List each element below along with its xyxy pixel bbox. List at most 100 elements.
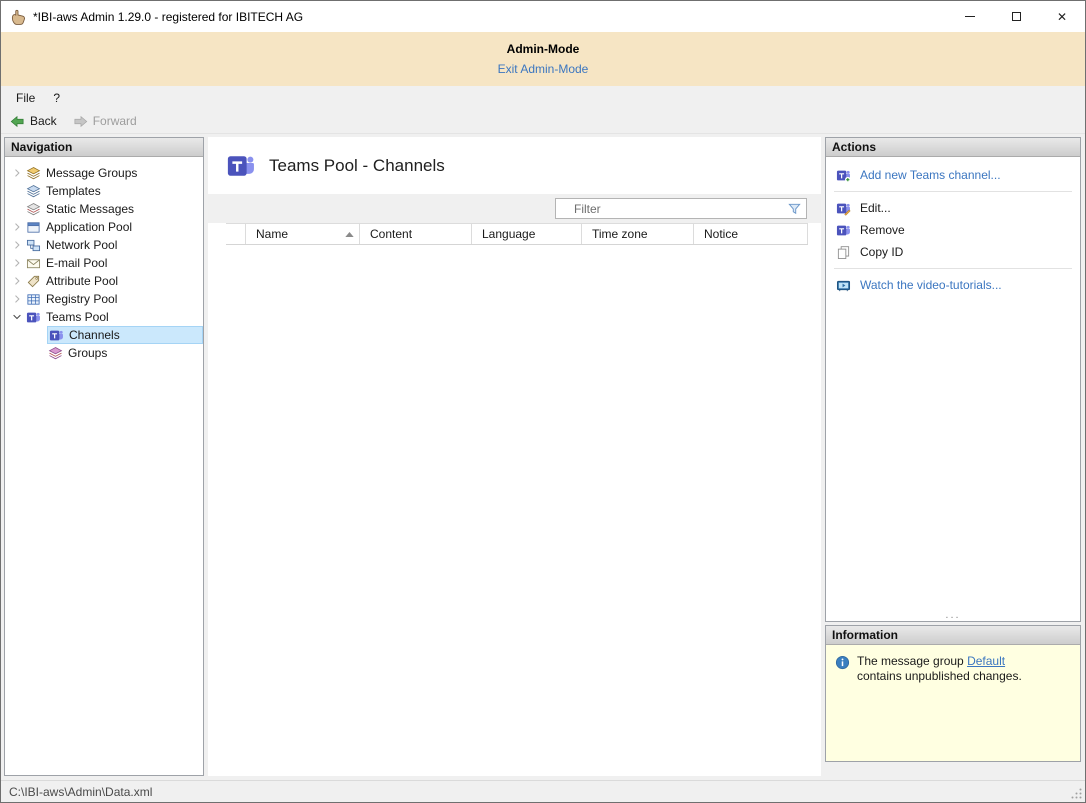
nav-item-templates[interactable]: Templates (5, 182, 203, 200)
close-button[interactable]: ✕ (1039, 1, 1085, 32)
teams-edit-icon (836, 201, 852, 216)
forward-arrow-icon (73, 114, 88, 129)
forward-label: Forward (93, 114, 137, 128)
chevron-right-icon[interactable] (9, 167, 25, 179)
nav-item-network-pool[interactable]: Network Pool (5, 236, 203, 254)
information-message: The message group Default contains unpub… (857, 654, 1053, 753)
column-gutter (226, 224, 246, 244)
back-arrow-icon (10, 114, 25, 129)
application-pool-icon (26, 220, 42, 235)
info-text-after: contains unpublished changes. (857, 669, 1022, 683)
teams-pool-icon (26, 310, 42, 325)
attribute-pool-icon (26, 274, 42, 289)
nav-item-application-pool[interactable]: Application Pool (5, 218, 203, 236)
menu-help[interactable]: ? (44, 88, 69, 108)
nav-item-message-groups[interactable]: Message Groups (5, 164, 203, 182)
column-header-name[interactable]: Name (246, 224, 360, 244)
column-label: Time zone (592, 227, 648, 241)
action-label: Copy ID (860, 245, 903, 259)
app-window: *IBI-aws Admin 1.29.0 - registered for I… (0, 0, 1086, 803)
navigation-tree: Message Groups Templates Static Messages… (5, 157, 203, 362)
nav-item-label: Templates (46, 184, 101, 198)
nav-item-teams-pool[interactable]: Teams Pool (5, 308, 203, 326)
nav-item-label: Application Pool (46, 220, 132, 234)
chevron-down-icon[interactable] (9, 311, 25, 323)
copy-icon (836, 245, 852, 260)
action-copy-id[interactable]: Copy ID (826, 241, 1080, 263)
information-panel: Information The message group Default co… (825, 625, 1081, 762)
action-label: Remove (860, 223, 905, 237)
filter-strip (208, 194, 821, 223)
exit-admin-mode-link[interactable]: Exit Admin-Mode (498, 62, 589, 76)
nav-item-channels[interactable]: Channels (5, 326, 203, 344)
information-content: The message group Default contains unpub… (826, 645, 1080, 761)
app-icon (9, 8, 27, 26)
admin-mode-banner: Admin-Mode Exit Admin-Mode (1, 32, 1085, 86)
content-panel: Teams Pool - Channels Name Content Langu… (208, 137, 821, 776)
action-remove[interactable]: Remove (826, 219, 1080, 241)
chevron-right-icon[interactable] (9, 293, 25, 305)
resize-grip[interactable] (1070, 787, 1083, 800)
nav-item-label: Attribute Pool (46, 274, 118, 288)
column-header-timezone[interactable]: Time zone (582, 224, 694, 244)
right-column: Actions Add new Teams channel... Edit. (825, 137, 1081, 776)
panel-splitter-handle[interactable]: ... (826, 611, 1080, 621)
column-label: Content (370, 227, 412, 241)
nav-item-email-pool[interactable]: E-mail Pool (5, 254, 203, 272)
titlebar: *IBI-aws Admin 1.29.0 - registered for I… (1, 1, 1085, 32)
chevron-right-icon[interactable] (9, 257, 25, 269)
chevron-right-icon[interactable] (9, 221, 25, 233)
nav-item-label: Network Pool (46, 238, 117, 252)
table-body-empty (208, 245, 821, 776)
action-watch-video-tutorials[interactable]: Watch the video-tutorials... (826, 274, 1080, 296)
registry-pool-icon (26, 292, 42, 307)
filter-funnel-icon[interactable] (787, 201, 802, 216)
back-label: Back (30, 114, 57, 128)
nav-item-label: Static Messages (46, 202, 134, 216)
column-header-language[interactable]: Language (472, 224, 582, 244)
filter-input[interactable] (556, 202, 787, 216)
templates-icon (26, 184, 42, 199)
navigation-panel: Navigation Message Groups Templates Stat… (4, 137, 204, 776)
toolbar: Back Forward (1, 109, 1085, 134)
statusbar: C:\IBI-aws\Admin\Data.xml (1, 780, 1085, 802)
column-label: Name (256, 227, 288, 241)
action-add-teams-channel[interactable]: Add new Teams channel... (826, 164, 1080, 186)
nav-item-attribute-pool[interactable]: Attribute Pool (5, 272, 203, 290)
static-messages-icon (26, 202, 42, 217)
nav-item-static-messages[interactable]: Static Messages (5, 200, 203, 218)
page-title: Teams Pool - Channels (269, 156, 445, 176)
navigation-header: Navigation (5, 138, 203, 157)
filter-box (555, 198, 807, 219)
actions-list: Add new Teams channel... Edit... Rem (826, 157, 1080, 296)
nav-item-label: E-mail Pool (46, 256, 107, 270)
admin-mode-title: Admin-Mode (507, 42, 580, 56)
nav-item-label: Message Groups (46, 166, 137, 180)
menu-file[interactable]: File (7, 88, 44, 108)
nav-item-groups[interactable]: Groups (5, 344, 203, 362)
minimize-button[interactable] (947, 1, 993, 32)
message-groups-icon (26, 166, 42, 181)
back-button[interactable]: Back (10, 114, 57, 129)
action-label: Add new Teams channel... (860, 168, 1001, 182)
info-icon (835, 655, 850, 670)
column-header-content[interactable]: Content (360, 224, 472, 244)
action-edit[interactable]: Edit... (826, 197, 1080, 219)
teams-channels-icon (49, 328, 65, 343)
chevron-right-icon[interactable] (9, 239, 25, 251)
actions-panel: Actions Add new Teams channel... Edit. (825, 137, 1081, 622)
separator (834, 268, 1072, 269)
column-header-notice[interactable]: Notice (694, 224, 808, 244)
maximize-button[interactable] (993, 1, 1039, 32)
actions-spacer (826, 296, 1080, 611)
nav-item-label: Registry Pool (46, 292, 117, 306)
maximize-icon (1012, 12, 1021, 21)
information-header: Information (826, 626, 1080, 645)
nav-item-registry-pool[interactable]: Registry Pool (5, 290, 203, 308)
default-message-group-link[interactable]: Default (967, 654, 1005, 668)
nav-item-label: Teams Pool (46, 310, 109, 324)
forward-button[interactable]: Forward (73, 114, 137, 129)
nav-item-label: Groups (68, 346, 107, 360)
nav-item-label: Channels (69, 328, 120, 342)
chevron-right-icon[interactable] (9, 275, 25, 287)
